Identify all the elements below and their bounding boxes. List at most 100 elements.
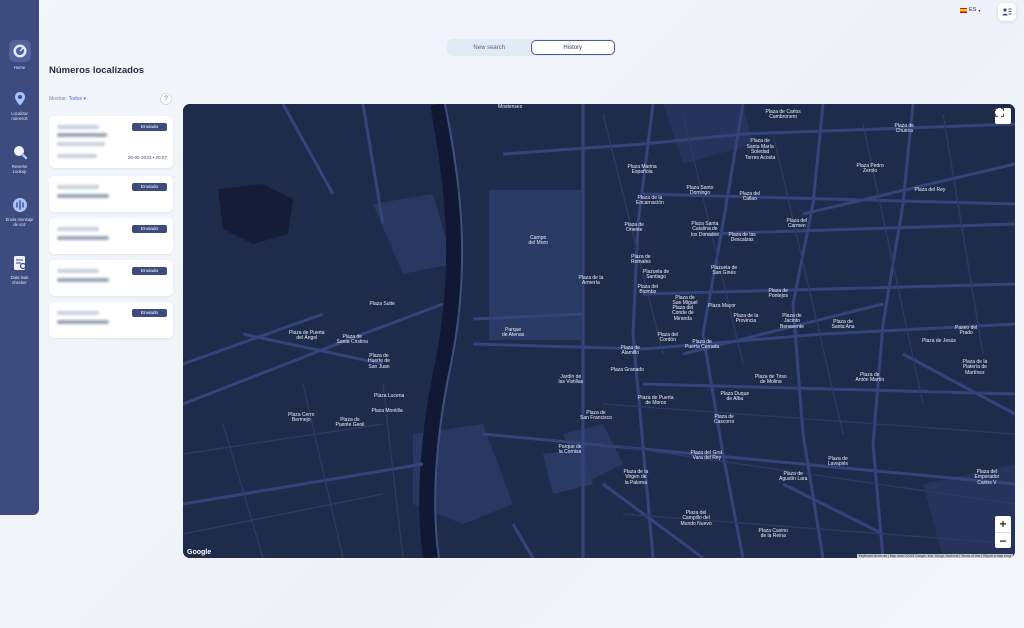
map-place-label: Parque de Atenas xyxy=(502,326,525,339)
map-attribution[interactable]: Keyboard shortcuts | Map data ©2023 Goog… xyxy=(856,554,1013,558)
page-title: Números localizados xyxy=(49,65,145,76)
map-place-label: Plazuela de San Ginés xyxy=(711,264,738,277)
map-place-label: Plazuela de Santiago xyxy=(643,268,670,281)
profile-button[interactable] xyxy=(998,3,1016,21)
filter-dropdown[interactable]: Mostrar: Todos ▾ xyxy=(49,96,86,102)
zoom-in-button[interactable]: + xyxy=(995,516,1011,532)
map-place-label: Plaza Cerro Bermejo xyxy=(288,411,315,424)
map-place-label: Parque de la Cornisa xyxy=(558,443,582,456)
map-place-label: Plaza de Lavapiés xyxy=(828,455,849,468)
list-item[interactable]: Enviado xyxy=(49,302,173,338)
map-place-label: Plaza de Puerta de Moros xyxy=(638,394,674,407)
map-place-label: Jardín de las Vistillas xyxy=(558,373,584,386)
map-place-label: Plaza de Romales xyxy=(631,253,651,266)
voice-message-icon xyxy=(12,198,27,212)
map-place-label: Plaza del Campillo del Mundo Nuevo xyxy=(680,509,712,527)
map-place-label: Plaza Santa Catalina de los Donados xyxy=(691,220,719,238)
map-place-label: Plaza de la Platería de Martínez xyxy=(962,358,988,376)
map-place-label: Plaza del Callao xyxy=(739,190,761,203)
map-place-label: Plaza de San Francisco xyxy=(580,409,612,422)
map-place-label: Campo del Moro xyxy=(528,234,548,247)
search-tabs: New search History xyxy=(447,39,616,56)
map-place-label: Plaza de Alamillo xyxy=(620,344,640,357)
map-place-label: Plaza Santo Domingo xyxy=(686,184,714,197)
help-button[interactable]: ? xyxy=(160,93,172,105)
sidebar-item-label: Envía mensaje de voz xyxy=(5,217,34,228)
map-place-label: Plaza de las Descalzas xyxy=(728,231,756,244)
map-place-label: Plaza Pedro Zerolo xyxy=(856,162,884,175)
map-place-label: Plaza de Agustín Lara xyxy=(779,470,808,483)
map-place-label: Plaza de Puerta del Ángel xyxy=(289,329,325,342)
map-place-label: Plaza Suite xyxy=(369,301,395,307)
map-place-label: Plaza de la Armería xyxy=(578,274,604,287)
map-place-label: Plaza de Cascorro xyxy=(714,413,735,426)
list-item[interactable]: Enviado 26-05-2023 • 20:07 xyxy=(49,116,173,168)
chevron-down-icon: ▾ xyxy=(83,96,86,102)
map-place-label: Plaza del Emperador Carlos V xyxy=(974,468,1000,486)
map-place-label: Plaza de los Mostenses xyxy=(497,104,524,111)
tab-history[interactable]: History xyxy=(530,40,615,55)
status-badge: Enviado xyxy=(132,123,167,131)
status-badge: Enviado xyxy=(132,183,167,191)
map-place-label: Plaza del Gral. Vara del Rey xyxy=(690,449,724,462)
map-place-label: Plaza de Jacinto Benavente xyxy=(780,312,804,330)
user-menu-icon xyxy=(1002,8,1012,16)
language-selector[interactable]: ES ▾ xyxy=(960,7,980,13)
zoom-out-button[interactable]: − xyxy=(995,532,1011,548)
sidebar-item-label: Localizar números xyxy=(11,111,28,122)
fullscreen-icon xyxy=(995,108,1004,117)
map-place-label: Plaza Marina Española xyxy=(627,163,657,176)
data-leak-icon xyxy=(13,256,26,270)
map-place-label: Plaza de Santa Ana xyxy=(831,318,855,331)
map-place-label: Plaza de Huerte de San Juan xyxy=(368,352,390,370)
list-item[interactable]: Enviado xyxy=(49,260,173,296)
sidebar-item-label: Home xyxy=(13,65,26,70)
location-pin-icon xyxy=(14,92,25,106)
fullscreen-button[interactable] xyxy=(995,108,1011,124)
map-place-label: Plaza del Cordón xyxy=(657,331,679,344)
map-place-label: Plaza Duque de Alba xyxy=(720,390,750,403)
filter-value: Todos xyxy=(68,96,82,102)
magnifier-icon xyxy=(13,146,27,160)
map-place-label: Plaza de Chueca xyxy=(894,122,914,135)
gauge-icon xyxy=(8,40,31,62)
map[interactable]: Plaza de los Mostenses Plaza de Carlos Ca… xyxy=(183,104,1015,558)
sidebar-item-localizar[interactable]: Localizar números xyxy=(0,90,39,121)
timestamp: 26-05-2023 • 20:07 xyxy=(127,155,167,160)
filter-label: Mostrar: xyxy=(49,96,68,102)
tab-new-search[interactable]: New search xyxy=(448,40,531,55)
map-place-label: Plaza de Santa Cristina xyxy=(336,333,368,346)
map-place-label: Plaza de Santa María Soledad Torres Acos… xyxy=(745,138,776,161)
map-place-label: Plaza del Carmen xyxy=(786,217,808,230)
map-place-label: Plaza de Puerta Cerrada xyxy=(685,338,720,351)
map-place-label: Plaza de Puente Genil xyxy=(335,416,365,429)
sidebar-item-label: Reverse Lookup xyxy=(11,164,28,175)
map-place-label: Plaza Casino de la Reina xyxy=(758,527,788,540)
sidebar-item-reverse-lookup[interactable]: Reverse Lookup xyxy=(0,143,39,174)
sidebar-item-home[interactable]: Home xyxy=(0,40,39,70)
status-badge: Enviado xyxy=(132,267,167,275)
google-logo: Google xyxy=(187,549,212,556)
sidebar-item-voice[interactable]: Envía mensaje de voz xyxy=(0,196,39,227)
list-item[interactable]: Enviado xyxy=(49,176,173,212)
map-place-label: Paseo del Prado xyxy=(955,324,978,337)
map-place-label: Plaza del Conde de Miranda xyxy=(672,304,694,322)
map-place-label: Plaza de Oriente xyxy=(624,221,644,234)
map-place-label: Plaza Mayor xyxy=(708,303,736,309)
spain-flag-icon xyxy=(960,7,967,13)
map-place-label: Plaza Montilla xyxy=(371,408,403,414)
minus-icon: − xyxy=(999,533,1007,548)
map-place-label: Plaza de Pontejos xyxy=(768,287,788,300)
map-place-label: Plaza de Tirso de Molina xyxy=(755,373,787,386)
sidebar-item-data-leak[interactable]: Data leak checker xyxy=(0,254,39,285)
map-place-label: Plaza de Jesús xyxy=(922,338,956,344)
sidebar: Home Localizar números Reverse Lookup En… xyxy=(0,0,39,515)
map-place-label: Plaza Lucena xyxy=(374,393,405,399)
map-place-label: Plaza del Biombo xyxy=(637,283,659,296)
map-place-label: Plaza de la Encarnación xyxy=(636,194,664,207)
status-badge: Enviado xyxy=(132,225,167,233)
status-badge: Enviado xyxy=(132,309,167,317)
list-item[interactable]: Enviado xyxy=(49,218,173,254)
chevron-down-icon: ▾ xyxy=(978,7,981,13)
sidebar-item-label: Data leak checker xyxy=(10,275,29,286)
